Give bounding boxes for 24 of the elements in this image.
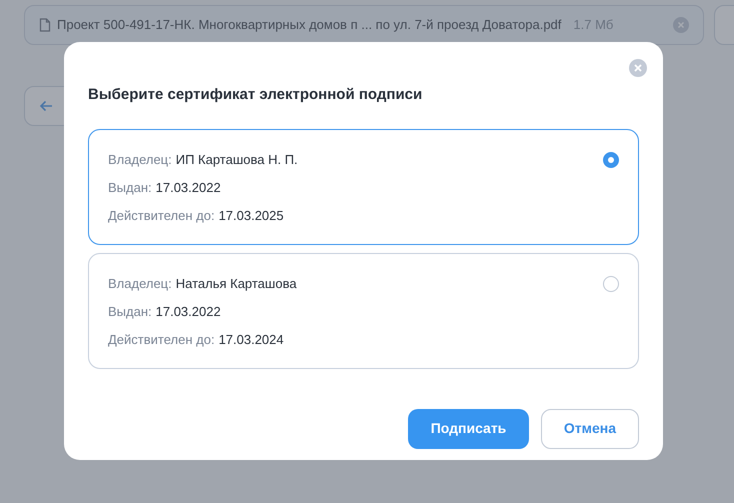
field-value: 17.03.2025 [218, 206, 284, 224]
certificate-option[interactable]: Владелец: Наталья Карташова Выдан: 17.03.2022 Действителен до: 17.03.2024 [88, 252, 639, 368]
sign-button[interactable]: Подписать [408, 408, 529, 448]
field-value: 17.03.2024 [218, 330, 284, 348]
dialog-title: Выберите сертификат электронной подписи [88, 85, 424, 105]
field-label: Действителен до: [108, 206, 215, 224]
field-label: Владелец: [108, 274, 172, 292]
radio-button[interactable] [603, 276, 619, 292]
close-icon[interactable] [629, 59, 647, 77]
remove-icon[interactable] [673, 17, 689, 33]
field-label: Владелец: [108, 150, 172, 168]
radio-button[interactable] [603, 152, 619, 168]
file-name: Проект 500-491-17-НК. Многоквартирных домов п ... по ул. 7-й проезд Доватора.pdf [57, 16, 562, 34]
field-label: Выдан: [108, 302, 152, 320]
field-value: Наталья Карташова [176, 274, 297, 292]
field-value: 17.03.2022 [156, 178, 221, 196]
file-icon [39, 18, 51, 32]
cancel-button[interactable]: Отмена [541, 408, 639, 448]
field-value: ИП Карташова Н. П. [176, 150, 298, 168]
field-label: Действителен до: [108, 330, 215, 348]
field-value: 17.03.2022 [156, 302, 221, 320]
field-label: Выдан: [108, 178, 152, 196]
certificate-option[interactable]: Владелец: ИП Карташова Н. П. Выдан: 17.03.2022 Действителен до: 17.03.2025 [88, 128, 639, 244]
back-arrow-icon [39, 100, 53, 112]
